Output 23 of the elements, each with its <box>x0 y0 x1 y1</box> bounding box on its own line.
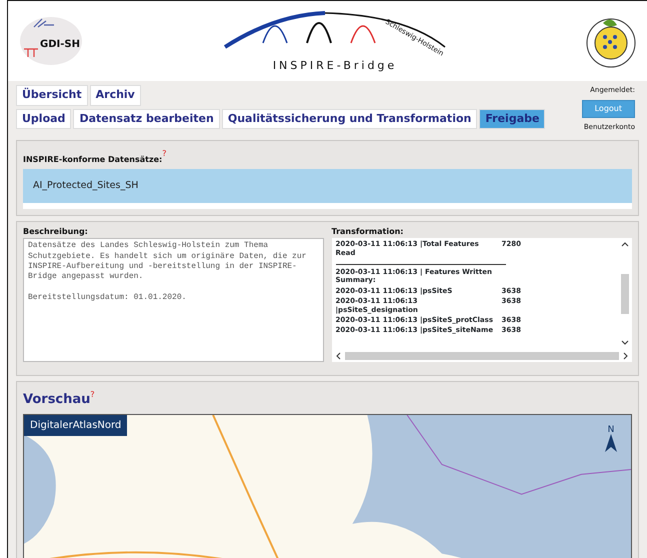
scroll-down-icon[interactable] <box>621 340 629 346</box>
scroll-up-icon[interactable] <box>621 242 629 248</box>
nav-tab[interactable]: Qualitätssicherung und Transformation <box>222 108 478 129</box>
description-label: Beschreibung: <box>23 226 89 238</box>
map-view[interactable]: DigitalerAtlasNord N <box>23 414 632 558</box>
datasets-label: INSPIRE-konforme Datensätze: <box>23 155 162 164</box>
map-source-label: DigitalerAtlasNord <box>24 415 128 436</box>
description-field[interactable]: Datensätze des Landes Schleswig-Holstein zum Thema Schutzgebiete. Es handelt sich um originäre Daten, die zur INSPIRE-Aufbereitung und -bereitstellung in der INSPIRE-Bridge angepasst wurden. Bereitstellungsdatum: 01.01.2020. <box>23 238 324 362</box>
preview-title: Vorschau <box>23 392 90 408</box>
transformation-label: Transformation: <box>332 226 404 238</box>
nav-tab[interactable]: Datensatz bearbeiten <box>73 108 220 129</box>
dataset-item[interactable]: AI_Protected_Sites_SH <box>23 169 632 204</box>
nav-tab[interactable]: Upload <box>16 108 72 129</box>
nav-tab[interactable]: Übersicht <box>16 85 88 106</box>
scroll-left-icon[interactable] <box>336 352 340 360</box>
help-mark[interactable]: ? <box>162 148 166 158</box>
nav-tab[interactable]: Archiv <box>90 85 141 106</box>
scrollbar-thumb[interactable] <box>344 352 619 360</box>
gdi-sh-logo: GDI-SH <box>18 15 84 67</box>
scrollbar-thumb[interactable] <box>621 274 629 314</box>
nav-tab[interactable]: Freigabe <box>479 108 546 129</box>
scroll-right-icon[interactable] <box>623 352 628 360</box>
help-mark[interactable]: ? <box>90 390 95 399</box>
